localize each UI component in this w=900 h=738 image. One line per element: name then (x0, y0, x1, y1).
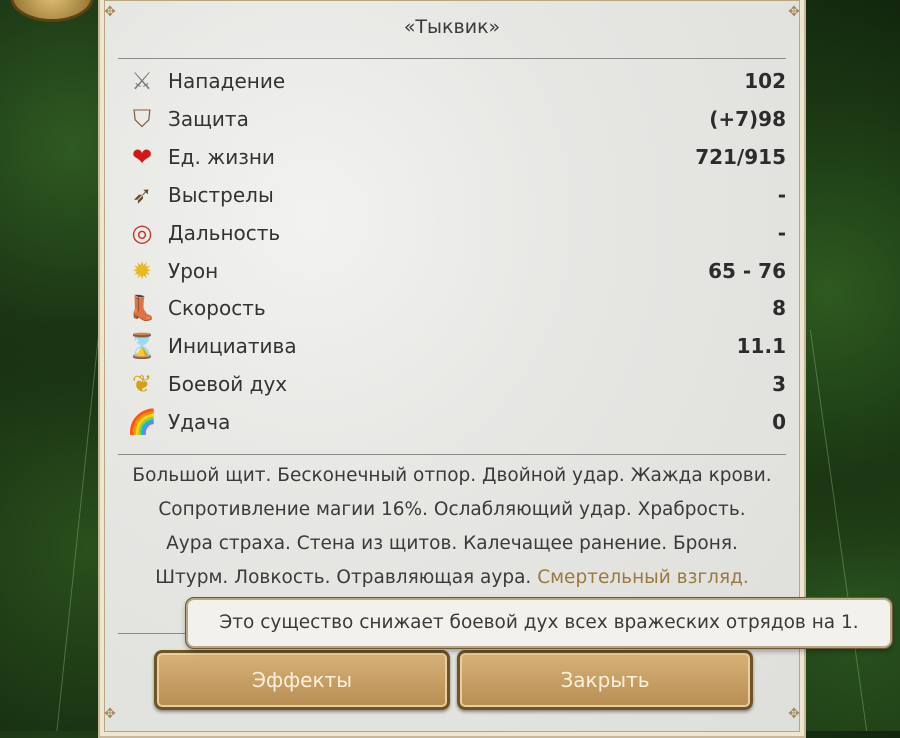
stat-row[interactable]: ⚔ Нападение 102 (126, 63, 786, 99)
stat-row[interactable]: ✹ Урон 65 - 76 (126, 253, 786, 289)
hourglass-initiative-icon: ⌛ (127, 332, 157, 361)
stat-row[interactable]: 🌈 Удача 0 (126, 404, 786, 440)
heart-icon: ❤ (131, 142, 153, 171)
stat-value: 0 (772, 410, 786, 435)
stat-label: Нападение (168, 69, 286, 93)
stat-label: Боевой дух (168, 372, 288, 397)
close-button[interactable]: Закрыть (457, 650, 753, 710)
stat-label: Защита (168, 106, 249, 131)
grid-line (809, 330, 868, 731)
creature-name: «Тыквик» (403, 16, 501, 38)
stat-value: 721/915 (695, 144, 786, 169)
rainbow-luck-icon: 🌈 (127, 408, 157, 437)
stat-value: 65 - 76 (708, 258, 786, 283)
stat-row[interactable]: ❤ Ед. жизни 721/915 (126, 139, 786, 175)
ability-link-deadly-gaze[interactable]: Смертельный взгляд. (537, 567, 749, 588)
stat-label: Инициатива (168, 334, 297, 359)
stat-row[interactable]: ❦ Боевой дух 3 (126, 366, 786, 402)
stat-row[interactable]: ➶ Выстрелы - (126, 177, 786, 213)
abilities-text: Большой щит. Бесконечный отпор. Двойной … (114, 459, 790, 595)
corner-ornament: ✥ (788, 706, 800, 722)
grid-line (56, 320, 101, 731)
target-range-icon: ◎ (131, 218, 153, 247)
stat-row[interactable]: 👢 Скорость 8 (126, 290, 786, 326)
abilities-line: Штурм. Ловкость. Отравляющая аура. Смерт… (114, 561, 790, 595)
effects-button[interactable]: Эффекты (154, 650, 450, 710)
stat-label: Выстрелы (168, 182, 274, 207)
abilities-line: Сопротивление магии 16%. Ослабляющий уда… (158, 499, 746, 520)
abilities-line: Большой щит. Бесконечный отпор. Двойной … (132, 465, 772, 486)
corner-medallion[interactable] (10, 0, 94, 22)
stat-value: - (777, 182, 786, 207)
attack-swords-icon: ⚔ (131, 67, 153, 95)
stat-value: 102 (744, 69, 786, 93)
stat-label: Удача (168, 410, 231, 435)
stat-row[interactable]: ⌛ Инициатива 11.1 (126, 328, 786, 364)
divider (118, 58, 786, 59)
winged-morale-icon: ❦ (131, 370, 153, 399)
stat-label: Скорость (168, 296, 266, 321)
abilities-text-plain: Штурм. Ловкость. Отравляющая аура. (155, 567, 532, 588)
stat-value: - (777, 220, 786, 245)
stat-label: Дальность (168, 220, 281, 245)
boot-speed-icon: 👢 (127, 294, 157, 323)
ability-tooltip: Это существо снижает боевой дух всех вра… (186, 598, 892, 648)
damage-burst-icon: ✹ (131, 256, 153, 285)
stat-value: (+7)98 (709, 106, 786, 131)
corner-ornament: ✥ (104, 706, 116, 722)
defense-shield-icon: ⛉ (133, 104, 151, 133)
stat-row[interactable]: ⛉ Защита (+7)98 (126, 101, 786, 137)
stat-value: 11.1 (736, 334, 786, 359)
stat-value: 8 (772, 296, 786, 321)
stat-value: 3 (772, 372, 786, 397)
divider (118, 454, 786, 455)
stat-label: Урон (168, 258, 219, 283)
stat-label: Ед. жизни (168, 144, 275, 169)
arrow-shots-icon: ➶ (131, 180, 153, 209)
stat-row[interactable]: ◎ Дальность - (126, 215, 786, 251)
abilities-line: Аура страха. Стена из щитов. Калечащее р… (166, 533, 738, 554)
